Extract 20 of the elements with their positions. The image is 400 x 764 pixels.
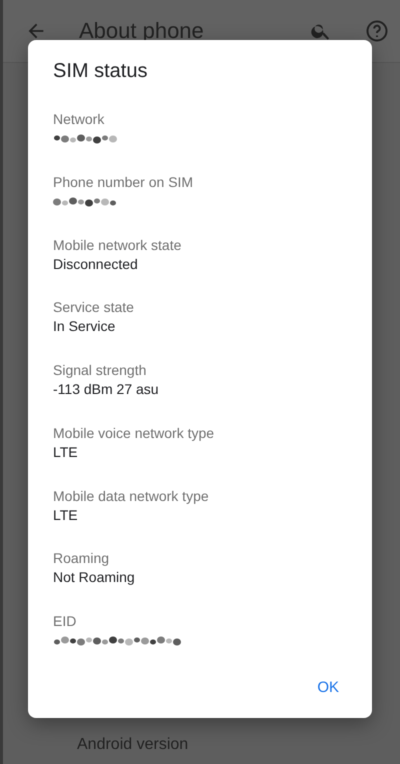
field-label: Service state [53, 298, 135, 318]
field-label: Mobile voice network type [53, 424, 216, 443]
ok-button[interactable]: OK [309, 675, 347, 700]
field-value: Not Roaming [53, 568, 136, 588]
field-value: In Service [53, 317, 116, 336]
field-value: Disconnected [53, 254, 139, 274]
field-label: Signal strength [53, 361, 148, 380]
setting-title: Android version [77, 736, 188, 753]
field-label: EID [53, 612, 78, 632]
field-label: Mobile network state [53, 236, 182, 255]
field-label: Roaming [53, 549, 110, 568]
dialog-title: SIM status [53, 59, 148, 84]
field-value: LTE [53, 442, 79, 462]
field-label: Mobile data network type [53, 486, 210, 506]
field-label: Network [53, 110, 106, 129]
field-value: -113 dBm 27 asu [53, 380, 160, 400]
screen-title: About phone [79, 18, 205, 44]
field-label: Phone number on SIM [53, 172, 194, 192]
help-icon[interactable] [364, 18, 390, 44]
field-value: LTE [53, 506, 79, 525]
